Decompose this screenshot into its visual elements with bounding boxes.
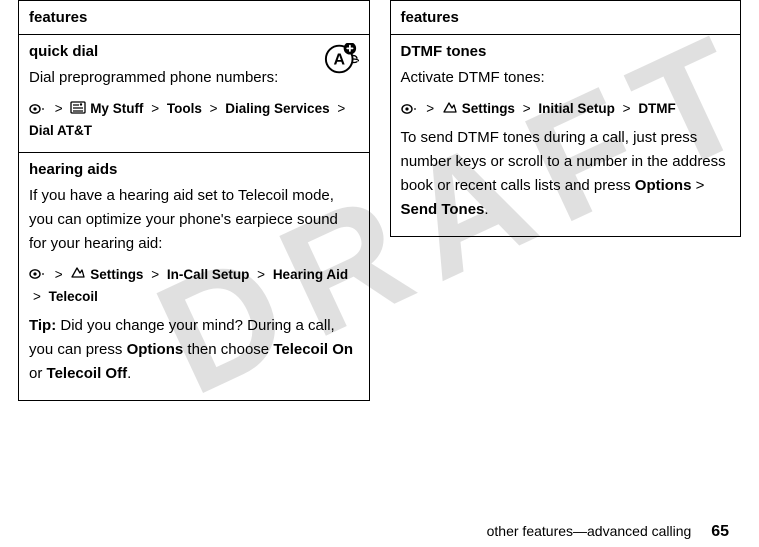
- tip-label: Tip:: [29, 317, 56, 334]
- nav-hearing-aid: Hearing Aid: [273, 267, 348, 282]
- table-header-right: features: [390, 1, 741, 35]
- dtmf-nav: > Settings > Initial Setup > DTMF: [401, 98, 731, 120]
- nav-settings: Settings: [462, 101, 515, 116]
- footer-page-number: 65: [711, 523, 729, 540]
- page-footer: other features—advanced calling 65: [487, 523, 729, 541]
- tip-text-mid: then choose: [183, 341, 273, 358]
- features-table-left: features A quick dial Dial preprogrammed…: [18, 0, 370, 401]
- nav-dial-att: Dial AT&T: [29, 123, 92, 138]
- svg-text:A: A: [333, 51, 345, 68]
- hearing-aids-tip: Tip: Did you change your mind? During a …: [29, 314, 359, 386]
- mystuff-icon: [70, 99, 86, 121]
- dtmf-cell: DTMF tones Activate DTMF tones: > Settin…: [390, 35, 741, 237]
- nav-mystuff: My Stuff: [90, 101, 143, 116]
- footer-section-name: other features—advanced calling: [487, 523, 692, 539]
- center-key-icon: [29, 264, 47, 286]
- left-column: features A quick dial Dial preprogrammed…: [18, 0, 370, 401]
- hearing-aids-body: If you have a hearing aid set to Telecoi…: [29, 184, 359, 256]
- tip-text-or: or: [29, 365, 47, 382]
- features-table-right: features DTMF tones Activate DTMF tones:…: [390, 0, 742, 237]
- dtmf-body1: Activate DTMF tones:: [401, 66, 731, 90]
- hearing-aids-title: hearing aids: [29, 161, 359, 178]
- nav-telecoil: Telecoil: [49, 289, 98, 304]
- quick-dial-body: Dial preprogrammed phone numbers:: [29, 66, 359, 90]
- right-column: features DTMF tones Activate DTMF tones:…: [390, 0, 742, 401]
- settings-icon: [442, 99, 458, 121]
- dtmf-body2-gt: >: [691, 177, 704, 194]
- hearing-aids-nav: > Settings > In-Call Setup > Hearing Aid…: [29, 264, 359, 308]
- dtmf-send-tones: Send Tones: [401, 201, 485, 218]
- dtmf-body2: To send DTMF tones during a call, just p…: [401, 126, 731, 222]
- nav-incall-setup: In-Call Setup: [167, 267, 250, 282]
- table-header-left: features: [19, 1, 370, 35]
- settings-icon: [70, 264, 86, 286]
- dtmf-options: Options: [635, 177, 692, 194]
- quick-dial-title: quick dial: [29, 43, 359, 60]
- quick-dial-cell: A quick dial Dial preprogrammed phone nu…: [19, 35, 370, 153]
- accessibility-feature-icon: A: [323, 43, 359, 80]
- tip-telecoil-off: Telecoil Off: [47, 365, 128, 382]
- nav-dtmf: DTMF: [638, 101, 676, 116]
- quick-dial-nav: > My Stuff > Tools > Dialing Services > …: [29, 98, 359, 142]
- dtmf-body2-end: .: [484, 201, 488, 218]
- tip-text-end: .: [127, 365, 131, 382]
- dtmf-title: DTMF tones: [401, 43, 731, 60]
- nav-settings: Settings: [90, 267, 143, 282]
- nav-tools: Tools: [167, 101, 202, 116]
- tip-options: Options: [127, 341, 184, 358]
- center-key-icon: [29, 99, 47, 121]
- tip-telecoil-on: Telecoil On: [273, 341, 353, 358]
- hearing-aids-cell: hearing aids If you have a hearing aid s…: [19, 152, 370, 400]
- nav-dialing-services: Dialing Services: [225, 101, 329, 116]
- center-key-icon: [401, 99, 419, 121]
- nav-initial-setup: Initial Setup: [538, 101, 615, 116]
